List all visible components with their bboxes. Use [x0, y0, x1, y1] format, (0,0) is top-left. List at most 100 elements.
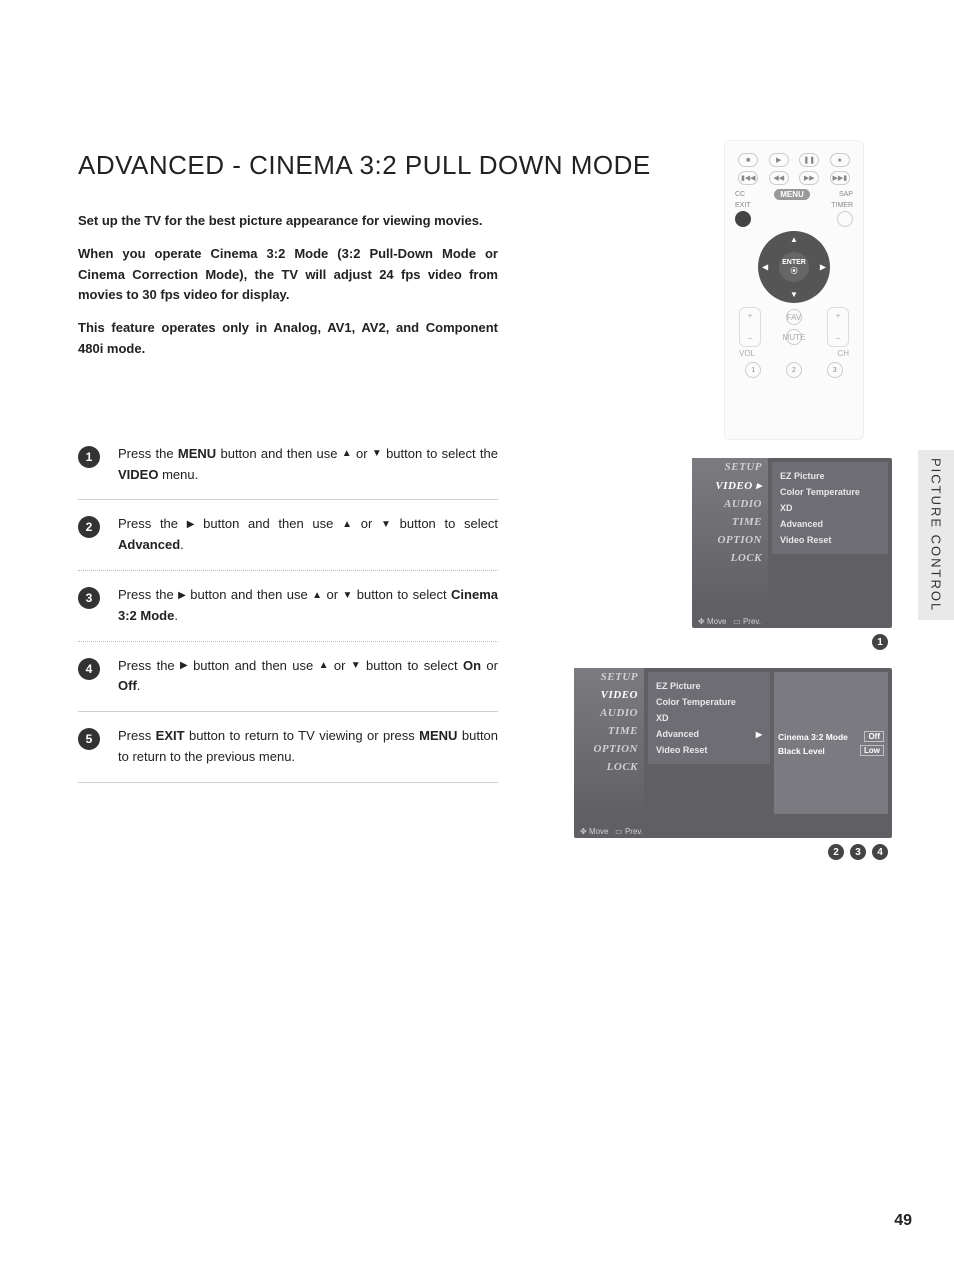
osd-sub-black-level: Black Level Low	[778, 745, 884, 756]
osd-menu-lock: LOCK	[574, 758, 644, 776]
timer-button	[837, 211, 853, 227]
osd-screenshot-2: SETUP VIDEO AUDIO TIME OPTION LOCK EZ Pi…	[574, 668, 892, 838]
exit-button	[735, 211, 751, 227]
ref-badge: 1	[872, 634, 888, 650]
vol-label: VOL	[739, 349, 755, 358]
step-number: 2	[78, 516, 100, 538]
play-icon: ▶	[769, 153, 789, 167]
black-level-value: Low	[860, 745, 884, 756]
up-triangle-icon: ▲	[312, 588, 322, 604]
down-triangle-icon: ▼	[372, 446, 382, 462]
down-triangle-icon: ▼	[381, 517, 391, 533]
num-2-button: 2	[786, 362, 802, 378]
dpad-right-icon: ▶	[820, 263, 826, 272]
fav-button: FAV	[786, 309, 802, 325]
osd-item-ez-picture: EZ Picture	[656, 678, 762, 694]
enter-button: ENTER⦿	[779, 252, 809, 282]
step-1: 1 Press the MENU button and then use ▲ o…	[78, 430, 498, 501]
step-body: Press the ▶ button and then use ▲ or ▼ b…	[118, 656, 498, 698]
intro-block: Set up the TV for the best picture appea…	[78, 211, 498, 360]
pause-icon: ❚❚	[799, 153, 819, 167]
dpad: ▲ ▼ ◀ ▶ ENTER⦿	[758, 231, 830, 303]
osd-menu-list: SETUP VIDEO ▸ AUDIO TIME OPTION LOCK	[692, 458, 768, 608]
exit-label: EXIT	[735, 202, 751, 209]
step-4: 4 Press the ▶ button and then use ▲ or ▼…	[78, 642, 498, 713]
num-1-button: 1	[745, 362, 761, 378]
next-icon: ▶▶▮	[830, 171, 850, 185]
remote-illustration: ■ ▶ ❚❚ ● ▮◀◀ ◀◀ ▶▶ ▶▶▮ CC MENU SAP EXIT …	[724, 140, 864, 440]
mute-button: MUTE	[786, 329, 802, 345]
osd-menu-setup: SETUP	[692, 458, 768, 476]
dpad-down-icon: ▼	[790, 290, 798, 299]
num-3-button: 3	[827, 362, 843, 378]
osd-sub-cinema: Cinema 3:2 Mode Off	[778, 731, 884, 742]
step-body: Press the MENU button and then use ▲ or …	[118, 444, 498, 486]
step-number: 1	[78, 446, 100, 468]
step-number: 3	[78, 587, 100, 609]
osd-menu-list: SETUP VIDEO AUDIO TIME OPTION LOCK	[574, 668, 644, 818]
menu-button-label: MENU	[774, 189, 810, 200]
caret-icon: ▸	[756, 480, 762, 492]
intro-p3: This feature operates only in Analog, AV…	[78, 318, 498, 360]
osd-menu-time: TIME	[574, 722, 644, 740]
osd-item-video-reset: Video Reset	[780, 532, 880, 548]
step-body: Press EXIT button to return to TV viewin…	[118, 726, 498, 768]
dpad-up-icon: ▲	[790, 235, 798, 244]
intro-p2: When you operate Cinema 3:2 Mode (3:2 Pu…	[78, 244, 498, 306]
cinema-value: Off	[864, 731, 884, 742]
osd-item-color-temp: Color Temperature	[780, 484, 880, 500]
timer-label: TIMER	[831, 202, 853, 209]
osd-item-color-temp: Color Temperature	[656, 694, 762, 710]
rew-icon: ◀◀	[769, 171, 789, 185]
osd2-reference-badges: 2 3 4	[828, 844, 888, 860]
osd-item-video-reset: Video Reset	[656, 742, 762, 758]
page-number: 49	[894, 1212, 912, 1230]
ref-badge: 3	[850, 844, 866, 860]
osd-menu-setup: SETUP	[574, 668, 644, 686]
ch-rocker: +−	[827, 307, 849, 347]
right-triangle-icon: ▶	[180, 658, 188, 674]
osd-menu-audio: AUDIO	[574, 704, 644, 722]
osd-menu-time: TIME	[692, 513, 768, 531]
osd-item-advanced: Advanced	[780, 516, 880, 532]
osd-hint: ✥ Move ▭ Prev.	[580, 827, 643, 836]
up-triangle-icon: ▲	[319, 658, 329, 674]
up-triangle-icon: ▲	[342, 517, 352, 533]
step-3: 3 Press the ▶ button and then use ▲ or ▼…	[78, 571, 498, 642]
osd-menu-video: VIDEO ▸	[692, 476, 768, 495]
stop-icon: ■	[738, 153, 758, 167]
step-2: 2 Press the ▶ button and then use ▲ or ▼…	[78, 500, 498, 571]
osd-item-ez-picture: EZ Picture	[780, 468, 880, 484]
right-arrow-icon: ▶	[756, 730, 762, 739]
ch-label: CH	[837, 349, 849, 358]
sap-label: SAP	[839, 191, 853, 198]
osd-screenshot-1: SETUP VIDEO ▸ AUDIO TIME OPTION LOCK EZ …	[692, 458, 892, 628]
steps-list: 1 Press the MENU button and then use ▲ o…	[78, 430, 498, 783]
step-body: Press the ▶ button and then use ▲ or ▼ b…	[118, 514, 498, 556]
osd-menu-video: VIDEO	[574, 686, 644, 704]
osd1-reference-badges: 1	[872, 634, 888, 650]
osd-item-advanced: Advanced▶	[656, 726, 762, 742]
osd-advanced-submenu: Cinema 3:2 Mode Off Black Level Low	[774, 672, 888, 814]
step-number: 4	[78, 658, 100, 680]
rec-icon: ●	[830, 153, 850, 167]
osd-menu-option: OPTION	[692, 531, 768, 549]
step-number: 5	[78, 728, 100, 750]
osd-hint: ✥ Move ▭ Prev.	[698, 617, 761, 626]
osd-video-panel: EZ Picture Color Temperature XD Advanced…	[772, 462, 888, 554]
up-triangle-icon: ▲	[342, 446, 352, 462]
osd-item-xd: XD	[780, 500, 880, 516]
osd-menu-option: OPTION	[574, 740, 644, 758]
osd-video-panel: EZ Picture Color Temperature XD Advanced…	[648, 672, 770, 764]
osd-item-xd: XD	[656, 710, 762, 726]
vol-rocker: +−	[739, 307, 761, 347]
intro-p1: Set up the TV for the best picture appea…	[78, 211, 498, 232]
prev-icon: ▮◀◀	[738, 171, 758, 185]
dpad-left-icon: ◀	[762, 263, 768, 272]
ff-icon: ▶▶	[799, 171, 819, 185]
section-tab: PICTURE CONTROL	[918, 450, 954, 620]
right-triangle-icon: ▶	[178, 588, 186, 604]
step-5: 5 Press EXIT button to return to TV view…	[78, 712, 498, 783]
ref-badge: 4	[872, 844, 888, 860]
down-triangle-icon: ▼	[342, 588, 352, 604]
